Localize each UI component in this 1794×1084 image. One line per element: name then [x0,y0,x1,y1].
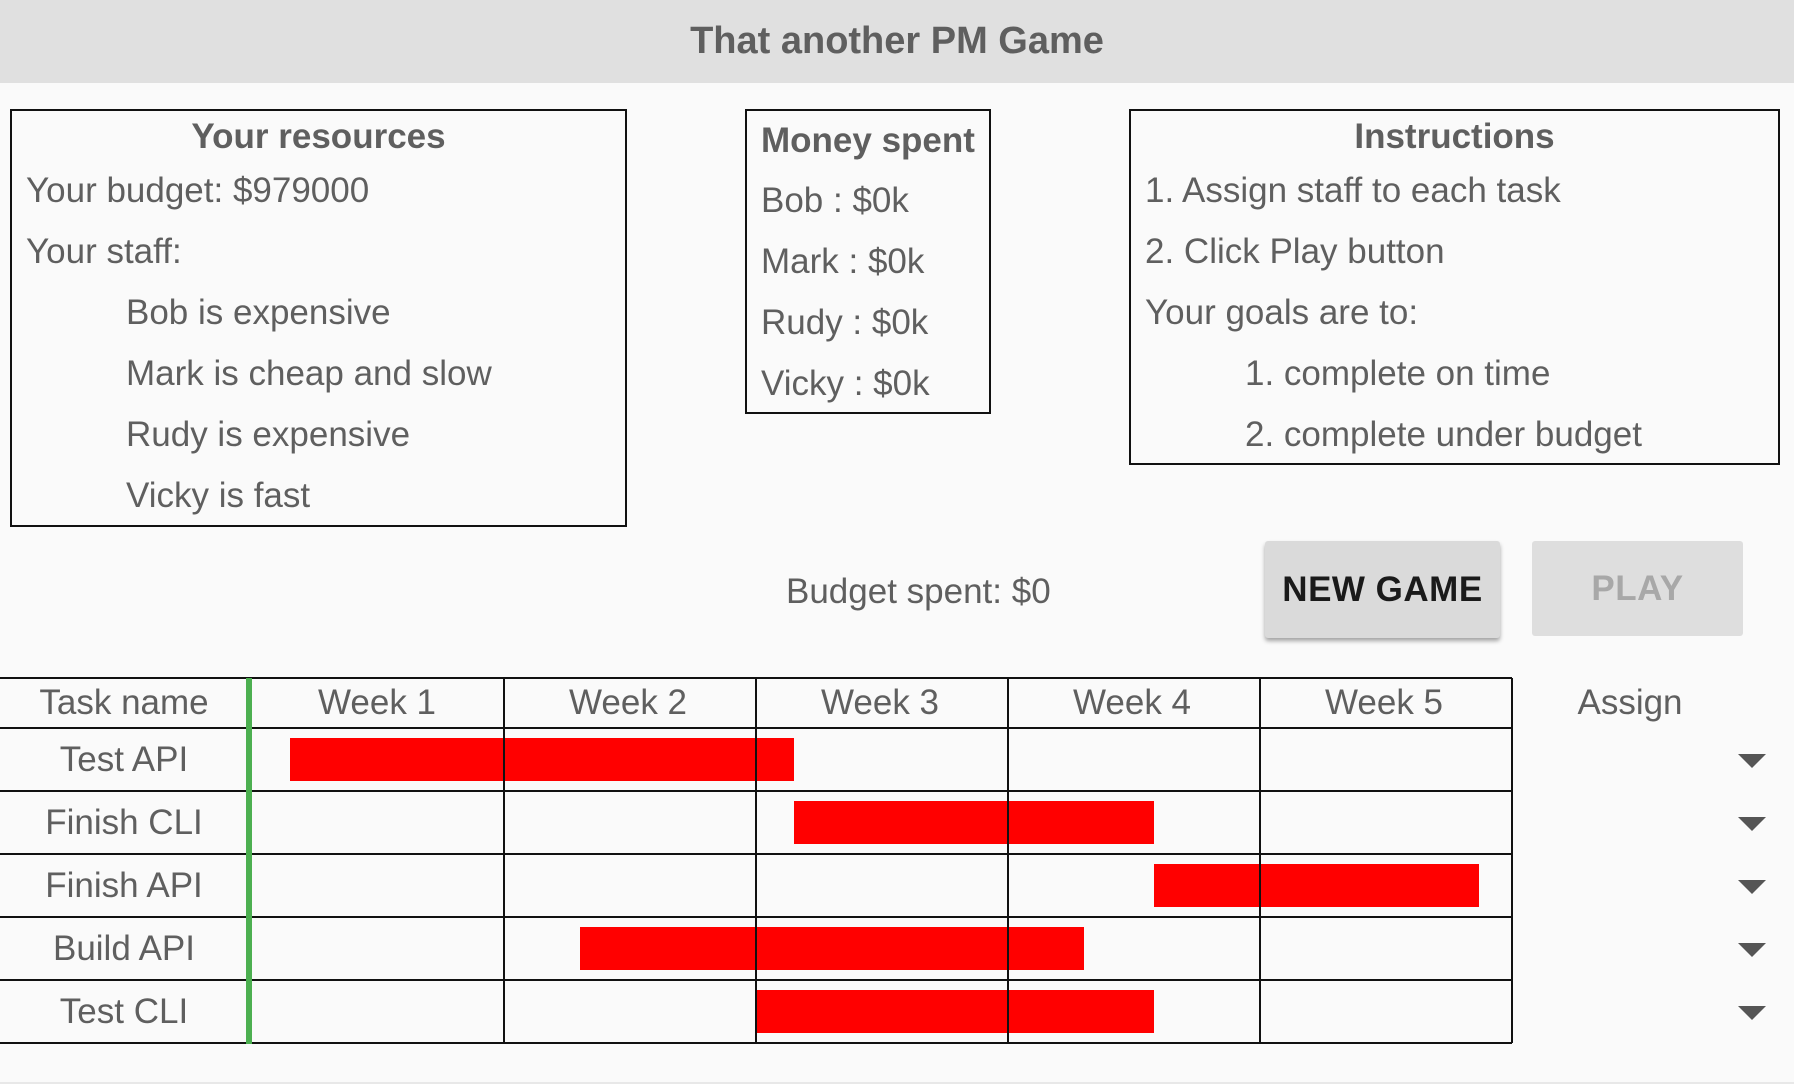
task-name: Build API [52,928,196,968]
goal-item: 1. complete on time [1245,354,1551,393]
assign-header: Assign [1577,683,1683,722]
resources-panel: Your resources Your budget: $979000 Your… [10,109,627,527]
money-item: Bob : $0k [761,181,909,220]
staff-label: Your staff: [26,232,182,271]
week-header: Week 1 [317,683,437,722]
dropdown-arrow-icon[interactable] [1738,754,1766,768]
dropdown-arrow-icon[interactable] [1738,943,1766,957]
resources-title: Your resources [191,117,446,156]
money-spent-panel: Money spent Bob : $0k Mark : $0k Rudy : … [745,109,991,414]
goal-item: 2. complete under budget [1245,415,1642,454]
budget-label: Your budget: $979000 [26,171,370,210]
gantt-chart: Task name Week 1 Week 2 Week 3 Week 4 We… [0,677,1794,1044]
task-name: Test API [59,739,189,779]
money-item: Rudy : $0k [761,303,929,342]
dropdown-arrow-icon[interactable] [1738,817,1766,831]
grid-column-line [503,678,505,1043]
task-bar [1154,864,1480,907]
today-line [246,678,252,1044]
task-name: Finish API [45,865,203,905]
instruction-step: 1. Assign staff to each task [1145,171,1561,210]
money-item: Vicky : $0k [761,364,930,403]
money-item: Mark : $0k [761,242,925,281]
instructions-title: Instructions [1354,117,1555,156]
grid-column-line [1259,678,1261,1043]
instructions-panel: Instructions 1. Assign staff to each tas… [1129,109,1780,465]
grid-column-line [1511,678,1513,1043]
staff-item: Mark is cheap and slow [126,354,492,393]
instruction-step: 2. Click Play button [1145,232,1445,271]
staff-item: Vicky is fast [126,476,311,515]
task-bar [289,738,794,781]
new-game-button[interactable]: NEW GAME [1265,541,1500,638]
task-bar [756,990,1155,1033]
staff-item: Rudy is expensive [126,415,411,454]
grid-column-line [1007,678,1009,1043]
play-button[interactable]: PLAY [1532,541,1743,636]
dropdown-arrow-icon[interactable] [1738,880,1766,894]
week-header: Week 5 [1324,683,1444,722]
staff-item: Bob is expensive [126,293,391,332]
task-name: Finish CLI [45,802,203,842]
budget-spent-label: Budget spent: $0 [786,572,1051,611]
goals-label: Your goals are to: [1145,293,1419,332]
week-header: Week 3 [820,683,940,722]
app-title: That another PM Game [0,0,1794,83]
grid-column-line [755,678,757,1043]
task-name: Test CLI [59,991,189,1031]
task-name-header: Task name [39,683,209,722]
week-header: Week 2 [568,683,688,722]
task-bar [793,801,1155,844]
week-header: Week 4 [1072,683,1192,722]
dropdown-arrow-icon[interactable] [1738,1006,1766,1020]
money-title: Money spent [761,121,975,160]
